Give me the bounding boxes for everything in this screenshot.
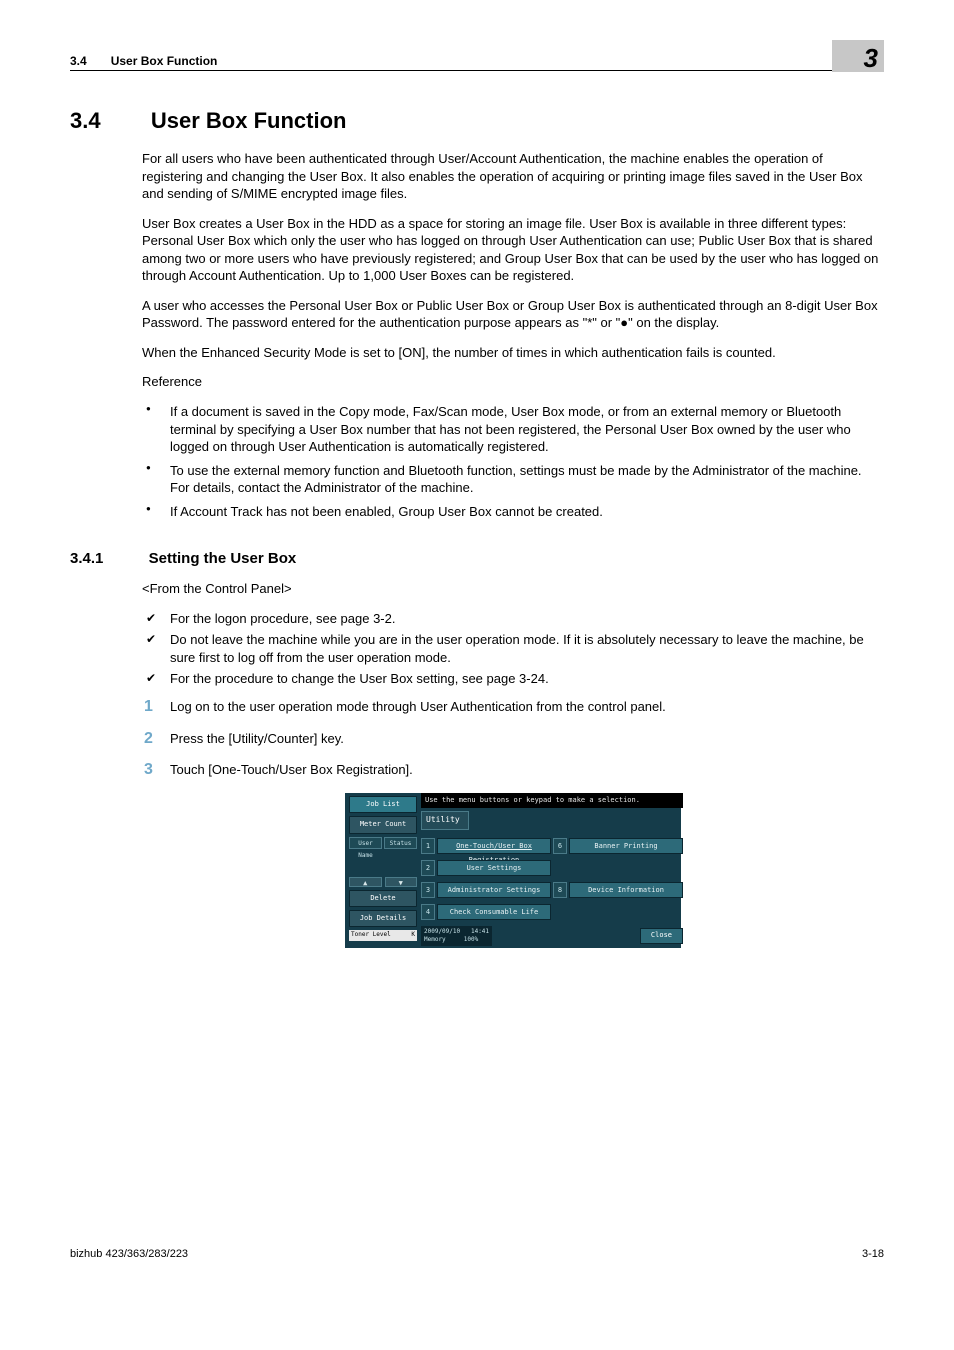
running-head-title: User Box Function: [111, 54, 832, 68]
precondition-list: For the logon procedure, see page 3-2. D…: [142, 610, 884, 688]
user-settings-button[interactable]: User Settings: [437, 860, 551, 876]
job-list-button[interactable]: Job List: [349, 796, 417, 813]
running-head-number: 3.4: [70, 54, 87, 68]
footer-page-number: 3-18: [862, 1248, 884, 1260]
option-number: 8: [553, 882, 567, 898]
option-number: 1: [421, 838, 435, 854]
device-information-button[interactable]: Device Information: [569, 882, 683, 898]
section-para: When the Enhanced Security Mode is set t…: [142, 344, 884, 362]
step-item: Touch [One-Touch/User Box Registration].: [142, 761, 884, 779]
precondition-item: Do not leave the machine while you are i…: [142, 631, 884, 666]
job-details-button[interactable]: Job Details: [349, 910, 417, 927]
reference-item: If a document is saved in the Copy mode,…: [142, 403, 884, 456]
option-number: 6: [553, 838, 567, 854]
reference-list: If a document is saved in the Copy mode,…: [142, 403, 884, 520]
subsection-subtitle: <From the Control Panel>: [142, 580, 884, 598]
option-number: 2: [421, 860, 435, 876]
section-number: 3.4: [70, 108, 142, 134]
subsection-title: Setting the User Box: [149, 550, 297, 567]
precondition-item: For the logon procedure, see page 3-2.: [142, 610, 884, 628]
section-title: User Box Function: [151, 108, 347, 133]
utility-title: Utility: [421, 811, 469, 830]
page-footer: bizhub 423/363/283/223 3-18: [70, 1248, 884, 1260]
status-label: Status: [384, 837, 417, 849]
close-button[interactable]: Close: [640, 928, 683, 943]
user-name-label: User Name: [349, 837, 382, 849]
option-number: 3: [421, 882, 435, 898]
timestamp-date: 2009/09/10: [424, 928, 460, 935]
check-consumable-life-button[interactable]: Check Consumable Life: [437, 904, 551, 920]
banner-printing-button[interactable]: Banner Printing: [569, 838, 683, 854]
meter-count-button[interactable]: Meter Count: [349, 816, 417, 833]
memory-label: Memory: [424, 936, 446, 943]
delete-button[interactable]: Delete: [349, 890, 417, 907]
section-para: A user who accesses the Personal User Bo…: [142, 297, 884, 332]
reference-item: If Account Track has not been enabled, G…: [142, 503, 884, 521]
one-touch-user-box-button[interactable]: One-Touch/User Box Registration: [437, 838, 551, 854]
arrow-up-icon[interactable]: ▲: [349, 877, 382, 887]
administrator-settings-button[interactable]: Administrator Settings: [437, 882, 551, 898]
step-item: Press the [Utility/Counter] key.: [142, 730, 884, 748]
toner-level-label: Toner Level: [351, 931, 391, 939]
chapter-badge: 3: [832, 40, 884, 72]
option-number: 4: [421, 904, 435, 920]
subsection-heading: 3.4.1 Setting the User Box: [70, 542, 884, 570]
section-para: For all users who have been authenticate…: [142, 150, 884, 203]
step-list: Log on to the user operation mode throug…: [142, 698, 884, 779]
toner-k-label: K: [411, 931, 415, 939]
reference-item: To use the external memory function and …: [142, 462, 884, 497]
timestamp-time: 14:41: [471, 928, 489, 935]
arrow-down-icon[interactable]: ▼: [385, 877, 418, 887]
toner-level-indicator: Toner Level K: [349, 930, 417, 940]
reference-label: Reference: [142, 373, 884, 391]
instruction-bar: Use the menu buttons or keypad to make a…: [421, 793, 683, 808]
running-head: 3.4 User Box Function 3: [70, 40, 884, 71]
section-heading: 3.4 User Box Function: [70, 99, 884, 136]
memory-value: 100%: [464, 936, 478, 943]
section-para: User Box creates a User Box in the HDD a…: [142, 215, 884, 285]
control-panel-figure: Job List Meter Count User Name Status ▲ …: [345, 793, 681, 948]
footer-model: bizhub 423/363/283/223: [70, 1248, 188, 1260]
precondition-item: For the procedure to change the User Box…: [142, 670, 884, 688]
subsection-number: 3.4.1: [70, 550, 142, 567]
step-item: Log on to the user operation mode throug…: [142, 698, 884, 716]
